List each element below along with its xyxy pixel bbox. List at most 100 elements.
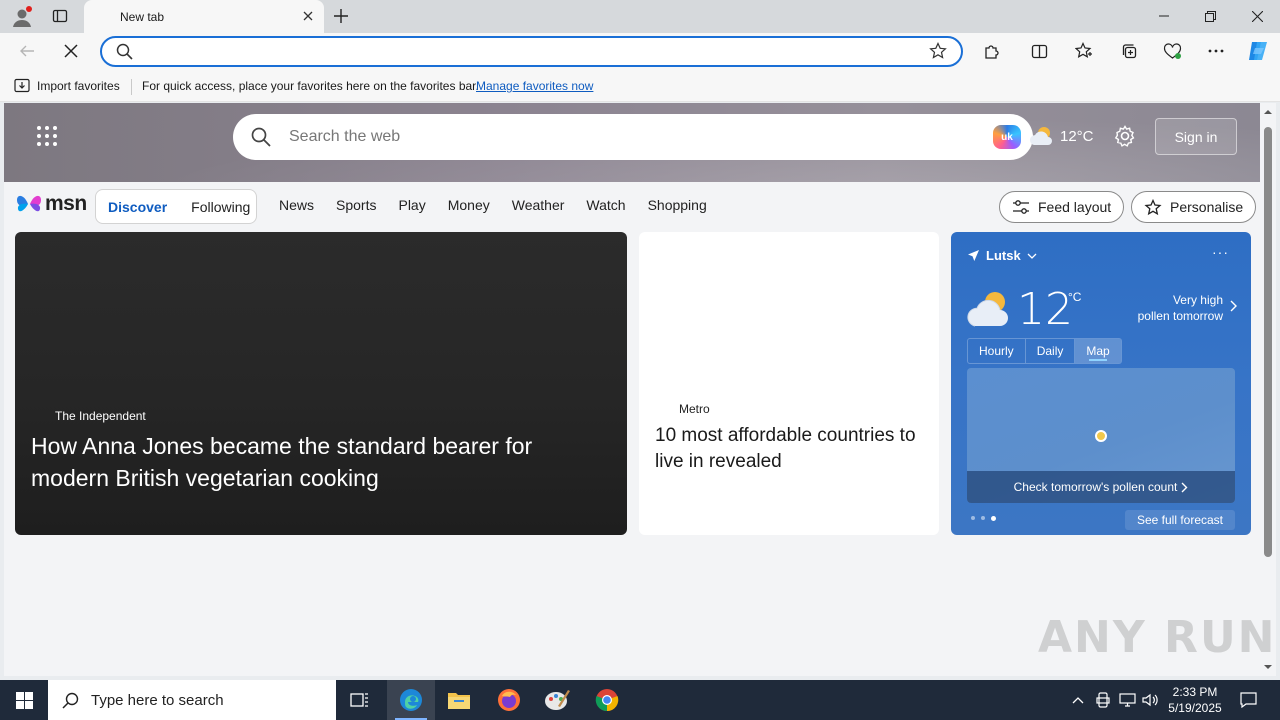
taskbar-edge[interactable]	[387, 680, 435, 720]
feed-layout-label: Feed layout	[1038, 199, 1112, 215]
close-icon	[303, 11, 313, 21]
scroll-up-icon[interactable]	[1263, 109, 1273, 115]
web-search-input[interactable]	[289, 127, 909, 147]
split-screen-button[interactable]	[1025, 38, 1053, 64]
msn-nav-row: msn Discover Following News Sports Play …	[4, 182, 1260, 232]
heartbeat-icon	[1163, 42, 1181, 59]
nav-shopping[interactable]: Shopping	[648, 197, 707, 213]
page-settings-button[interactable]	[1114, 125, 1138, 149]
favorites-button[interactable]	[1070, 38, 1098, 64]
pollen-count-link[interactable]: Check tomorrow's pollen count	[967, 471, 1235, 503]
pill-discover[interactable]: Discover	[96, 190, 179, 223]
location-marker-icon	[1095, 430, 1107, 442]
profile-button[interactable]	[8, 4, 36, 30]
article-title[interactable]: 10 most affordable countries to live in …	[655, 423, 925, 475]
taskbar-search-box[interactable]: Type here to search	[48, 680, 336, 720]
tab-actions-button[interactable]	[46, 4, 74, 28]
article-card[interactable]: Metro 10 most affordable countries to li…	[639, 232, 939, 535]
taskbar-paint[interactable]	[533, 680, 581, 720]
copilot-search-icon[interactable]: uk	[993, 125, 1021, 149]
extensions-button[interactable]	[977, 38, 1005, 64]
minimize-button[interactable]	[1141, 0, 1187, 32]
carousel-dot[interactable]	[981, 516, 985, 520]
nav-sports[interactable]: Sports	[336, 197, 376, 213]
web-search-box[interactable]: uk	[233, 114, 1033, 160]
show-hidden-icons-button[interactable]	[1068, 680, 1088, 720]
msn-logo[interactable]: msn	[16, 192, 87, 216]
article-source: The Independent	[55, 409, 146, 423]
pollen-line-1: Very high	[1172, 293, 1223, 307]
windows-logo-icon	[15, 691, 33, 709]
clock-time: 2:33 PM	[1172, 685, 1218, 699]
address-input[interactable]	[140, 42, 920, 62]
tab-new-tab[interactable]: New tab	[84, 0, 324, 33]
tray-device-button[interactable]	[1093, 680, 1113, 720]
scroll-down-icon[interactable]	[1263, 664, 1273, 670]
chevron-right-icon[interactable]	[1230, 300, 1237, 315]
feed-layout-button[interactable]: Feed layout	[999, 191, 1125, 223]
network-button[interactable]	[1116, 680, 1138, 720]
weather-more-button[interactable]: ···	[1212, 244, 1229, 260]
browser-essentials-button[interactable]	[1158, 38, 1186, 64]
pollen-alert[interactable]: Very high pollen tomorrow	[1138, 292, 1223, 324]
task-view-button[interactable]	[336, 680, 384, 720]
settings-more-button[interactable]	[1202, 38, 1230, 64]
search-icon	[116, 43, 133, 63]
nav-watch[interactable]: Watch	[586, 197, 625, 213]
weather-card: Lutsk ··· 12 °C Very high pollen tomorro…	[951, 232, 1251, 535]
apps-launcher-button[interactable]	[36, 125, 60, 149]
sign-in-button[interactable]: Sign in	[1155, 118, 1237, 155]
personalise-button[interactable]: Personalise	[1131, 191, 1257, 223]
carousel-dot-active[interactable]	[991, 516, 996, 521]
carousel-dot[interactable]	[971, 516, 975, 520]
taskbar-file-explorer[interactable]	[435, 680, 483, 720]
tab-hourly[interactable]: Hourly	[968, 339, 1026, 363]
pollen-count-label: Check tomorrow's pollen count	[1013, 480, 1178, 494]
new-tab-button[interactable]	[331, 5, 351, 27]
address-bar[interactable]	[100, 36, 963, 67]
weather-unit: °C	[1068, 290, 1082, 304]
manage-favorites-link[interactable]: Manage favorites now	[476, 79, 593, 93]
copilot-button[interactable]	[1244, 38, 1272, 64]
weather-location-selector[interactable]: Lutsk	[967, 248, 1037, 263]
tab-map[interactable]: Map	[1075, 339, 1121, 363]
favorites-hint-text: For quick access, place your favorites h…	[142, 79, 479, 93]
restore-button[interactable]	[1187, 0, 1233, 32]
nav-news[interactable]: News	[279, 197, 314, 213]
personalise-label: Personalise	[1170, 199, 1244, 215]
collections-button[interactable]	[1115, 38, 1143, 64]
import-favorites-button[interactable]: Import favorites	[14, 78, 120, 93]
taskbar-chrome[interactable]	[583, 680, 631, 720]
tab-daily[interactable]: Daily	[1026, 339, 1076, 363]
article-title[interactable]: How Anna Jones became the standard beare…	[31, 430, 601, 494]
start-button[interactable]	[0, 680, 48, 720]
favorite-star-icon[interactable]	[929, 42, 947, 63]
category-nav: News Sports Play Money Weather Watch Sho…	[279, 197, 707, 213]
partly-cloudy-icon	[965, 288, 1013, 331]
stop-loading-button[interactable]	[57, 38, 85, 64]
page-scrollbar[interactable]	[1260, 103, 1276, 676]
tab-close-button[interactable]	[300, 8, 316, 24]
sparkle-star-icon	[1144, 198, 1162, 215]
volume-button[interactable]	[1140, 680, 1162, 720]
scrollbar-thumb[interactable]	[1264, 127, 1272, 557]
chrome-icon	[595, 689, 619, 712]
taskbar-search-placeholder: Type here to search	[91, 691, 224, 709]
pill-following[interactable]: Following	[179, 190, 262, 223]
header-weather[interactable]: 12°C	[1028, 125, 1094, 147]
pollen-line-2: pollen tomorrow	[1137, 309, 1223, 323]
notification-center-button[interactable]	[1234, 680, 1262, 720]
taskbar-clock[interactable]: 2:33 PM 5/19/2025	[1160, 684, 1230, 716]
back-button[interactable]	[13, 38, 41, 64]
nav-money[interactable]: Money	[448, 197, 490, 213]
tab-title: New tab	[120, 9, 165, 24]
nav-play[interactable]: Play	[398, 197, 425, 213]
minimize-icon	[1159, 15, 1169, 17]
nav-weather[interactable]: Weather	[512, 197, 565, 213]
weather-map[interactable]: Check tomorrow's pollen count	[967, 368, 1235, 503]
featured-article-card[interactable]: The Independent How Anna Jones became th…	[15, 232, 627, 535]
close-window-button[interactable]	[1234, 0, 1280, 32]
location-arrow-icon	[968, 250, 979, 261]
see-full-forecast-link[interactable]: See full forecast	[1124, 510, 1235, 530]
taskbar-firefox[interactable]	[485, 680, 533, 720]
